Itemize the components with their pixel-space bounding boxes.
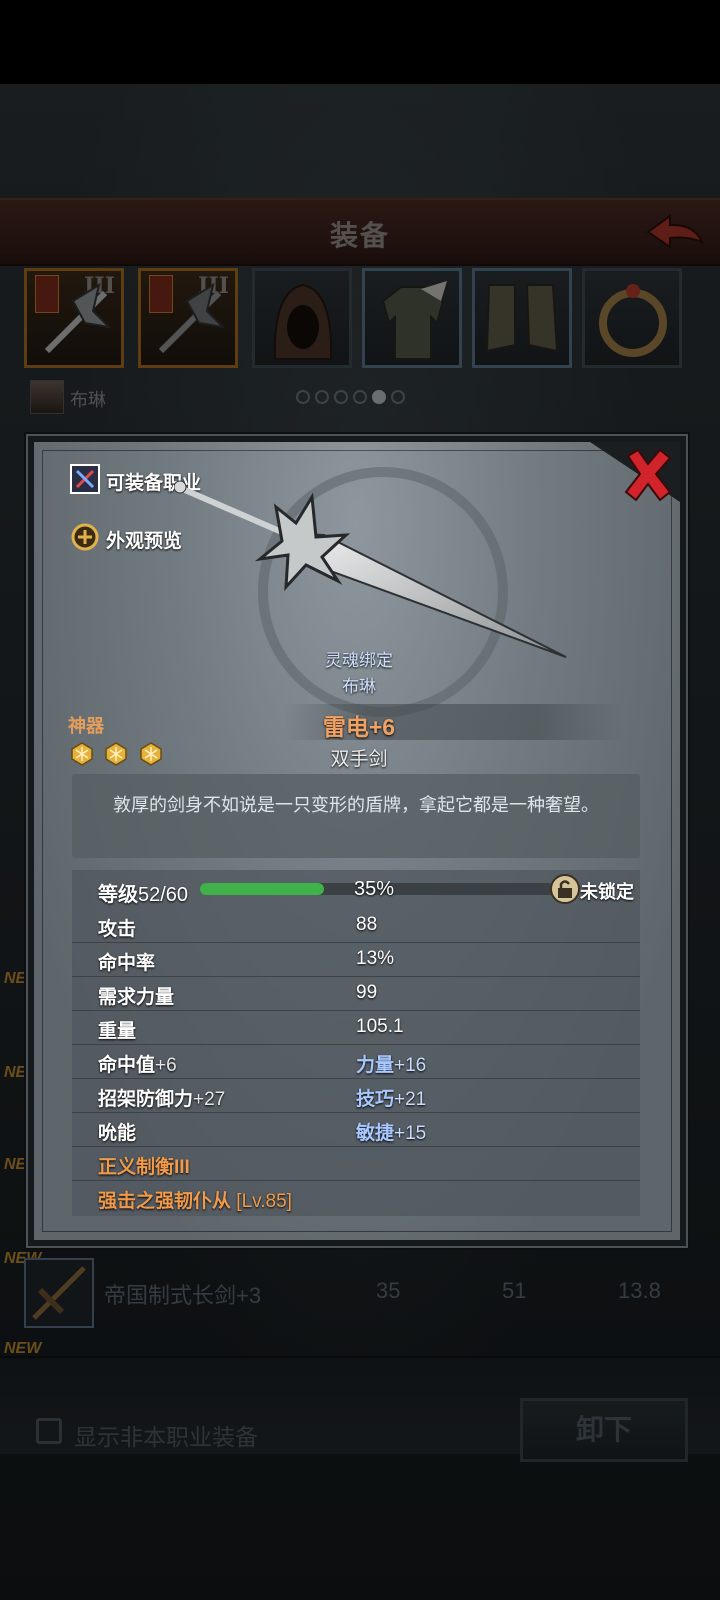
preview-icon [71, 523, 99, 551]
bonus-right: 力量+16 [356, 1055, 427, 1076]
soulbound-owner: 布琳 [342, 677, 376, 696]
stat-row-required-strength: 需求力量 99 [72, 976, 640, 1011]
status-bar [0, 0, 720, 84]
preview-link-label: 外观预览 [106, 531, 183, 552]
skill-justice-balance: 正义制衡III [98, 1157, 190, 1178]
skill-row: 强击之强韧仆从 [Lv.85] [72, 1180, 640, 1214]
sword-icon [174, 480, 567, 658]
stat-row-weight: 重量 105.1 [72, 1010, 640, 1045]
bonus-row: 命中值+6 力量+16 [72, 1044, 640, 1079]
bonus-row: 招架防御力+27 技巧+21 [72, 1078, 640, 1113]
level-row: 等级52/60 35% 未锁定 [72, 870, 640, 908]
stat-label: 需求力量 [98, 987, 175, 1008]
bonus-right: 敏捷+15 [356, 1123, 427, 1144]
item-description: 敦厚的剑身不如说是一只变形的盾牌，拿起它都是一种奢望。 [72, 774, 640, 858]
stat-value: 88 [356, 914, 378, 935]
bonus-left: 招架防御力+27 [98, 1089, 226, 1110]
lock-status[interactable]: 未锁定 [580, 878, 634, 904]
skill-strong-servant: 强击之强韧仆从 [Lv.85] [98, 1191, 292, 1212]
lock-icon[interactable] [550, 874, 580, 904]
stat-value: 99 [356, 982, 378, 1003]
xp-progress-fill [200, 883, 324, 895]
item-detail-modal: 可装备职业 外观预览 灵魂绑定 布琳 神器 雷电+6 双手剑 敦厚的剑身不如说是… [26, 434, 688, 1248]
weapon-type: 双手剑 [330, 749, 388, 770]
stat-row-attack: 攻击 88 [72, 908, 640, 943]
close-icon[interactable] [620, 446, 676, 502]
stat-label: 命中率 [98, 953, 156, 974]
stat-label: 重量 [98, 1021, 137, 1042]
bonus-row: 吮能 敏捷+15 [72, 1112, 640, 1147]
stats-panel: 等级52/60 35% 未锁定 攻击 88 命中率 13% 需求力量 99 重量… [72, 870, 640, 1216]
bonus-left: 吮能 [98, 1123, 137, 1144]
soulbound-label: 灵魂绑定 [325, 651, 393, 670]
bonus-left: 命中值+6 [98, 1055, 177, 1076]
item-title: 雷电+6 [322, 714, 396, 740]
xp-percent: 35% [354, 878, 395, 900]
stat-row-hit-rate: 命中率 13% [72, 942, 640, 977]
stat-value: 13% [356, 948, 395, 969]
bonus-right: 技巧+21 [356, 1089, 427, 1110]
skill-row: 正义制衡III [72, 1146, 640, 1181]
level-label: 等级52/60 [98, 884, 189, 906]
stat-label: 攻击 [98, 919, 137, 940]
stat-value: 105.1 [356, 1016, 404, 1037]
class-icon [70, 464, 100, 494]
